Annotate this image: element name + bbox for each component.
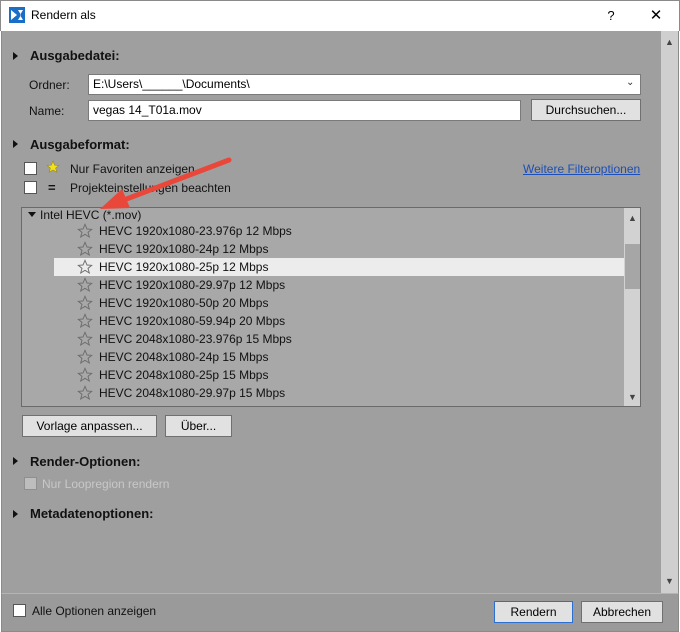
list-item[interactable]: HEVC 2048x1080-25p 15 Mbps <box>54 366 624 384</box>
window-title: Rendern als <box>31 8 96 22</box>
list-item[interactable]: HEVC 1920x1080-59.94p 20 Mbps <box>54 312 624 330</box>
template-label: HEVC 2048x1080-29.97p 15 Mbps <box>99 386 286 400</box>
expand-caret-icon[interactable] <box>13 510 18 518</box>
list-item[interactable]: HEVC 1920x1080-50p 20 Mbps <box>54 294 624 312</box>
list-item[interactable]: HEVC 2048x1080-23.976p 15 Mbps <box>54 330 624 348</box>
star-outline-icon[interactable] <box>77 349 93 365</box>
list-item[interactable]: HEVC 1920x1080-24p 12 Mbps <box>54 240 624 258</box>
star-outline-icon[interactable] <box>77 367 93 383</box>
star-outline-icon[interactable] <box>77 331 93 347</box>
loop-region-checkbox[interactable] <box>24 477 37 490</box>
browse-button[interactable]: Durchsuchen... <box>531 99 641 121</box>
help-button[interactable]: ? <box>598 3 624 29</box>
expand-caret-icon[interactable] <box>13 140 18 148</box>
template-list[interactable]: Intel HEVC (*.mov) HEVC 1920x1080-23.976… <box>21 207 641 407</box>
name-value: vegas 14_T01a.mov <box>93 103 202 117</box>
star-icon <box>46 160 60 174</box>
render-options-section-title[interactable]: Render-Optionen: <box>30 454 141 469</box>
list-item[interactable]: HEVC 1920x1080-29.97p 12 Mbps <box>54 276 624 294</box>
output-file-section-title[interactable]: Ausgabedatei: <box>30 48 120 63</box>
equals-icon: = <box>48 180 56 195</box>
template-label: HEVC 1920x1080-29.97p 12 Mbps <box>99 278 286 292</box>
list-item[interactable]: HEVC 2048x1080-29.97p 15 Mbps <box>54 384 624 402</box>
star-outline-icon[interactable] <box>77 295 93 311</box>
star-outline-icon[interactable] <box>77 259 93 275</box>
scroll-thumb[interactable] <box>625 244 640 289</box>
template-label: HEVC 1920x1080-59.94p 20 Mbps <box>99 314 286 328</box>
render-button[interactable]: Rendern <box>494 601 573 623</box>
list-scrollbar[interactable]: ▲ ▼ <box>624 208 640 406</box>
app-icon <box>9 7 25 23</box>
cancel-button[interactable]: Abbrechen <box>581 601 663 623</box>
template-label: HEVC 1920x1080-23.976p 12 Mbps <box>99 224 292 238</box>
list-item-selected[interactable]: HEVC 1920x1080-25p 12 Mbps <box>54 258 624 276</box>
show-all-options-checkbox[interactable] <box>13 604 26 617</box>
folder-label: Ordner: <box>29 78 70 92</box>
list-item[interactable]: HEVC 1920x1080-23.976p 12 Mbps <box>54 222 624 240</box>
star-outline-icon[interactable] <box>77 223 93 239</box>
favorites-label: Nur Favoriten anzeigen <box>70 162 195 176</box>
folder-field[interactable]: E:\Users\______\Documents\ <box>88 74 641 95</box>
metadata-options-section-title[interactable]: Metadatenoptionen: <box>30 506 154 521</box>
project-settings-label: Projekteinstellungen beachten <box>70 181 231 195</box>
template-label: HEVC 2048x1080-23.976p 15 Mbps <box>99 332 292 346</box>
scroll-up-icon[interactable]: ▲ <box>624 210 640 227</box>
folder-value: E:\Users\______\Documents\ <box>93 77 250 91</box>
scroll-down-icon[interactable]: ▼ <box>624 389 640 406</box>
star-outline-icon[interactable] <box>77 241 93 257</box>
title-bar <box>0 0 680 31</box>
favorites-checkbox[interactable] <box>24 162 37 175</box>
template-label: HEVC 1920x1080-50p 20 Mbps <box>99 296 269 310</box>
template-label: HEVC 2048x1080-25p 15 Mbps <box>99 368 269 382</box>
project-settings-checkbox[interactable] <box>24 181 37 194</box>
star-outline-icon[interactable] <box>77 385 93 401</box>
chevron-down-icon[interactable]: ⌄ <box>626 77 634 88</box>
template-label: HEVC 2048x1080-24p 15 Mbps <box>99 350 269 364</box>
close-button[interactable]: ✕ <box>643 3 669 29</box>
show-all-options-label: Alle Optionen anzeigen <box>32 604 157 618</box>
collapse-caret-icon[interactable] <box>28 212 36 217</box>
more-filters-link[interactable]: Weitere Filteroptionen <box>523 162 640 176</box>
template-label: HEVC 1920x1080-24p 12 Mbps <box>99 242 269 256</box>
name-field[interactable]: vegas 14_T01a.mov <box>88 100 521 121</box>
list-item[interactable]: HEVC 2048x1080-24p 15 Mbps <box>54 348 624 366</box>
customize-template-button[interactable]: Vorlage anpassen... <box>22 415 157 437</box>
expand-caret-icon[interactable] <box>13 52 18 60</box>
name-label: Name: <box>29 104 65 118</box>
star-outline-icon[interactable] <box>77 313 93 329</box>
scroll-up-icon[interactable]: ▲ <box>661 34 678 51</box>
scroll-down-icon[interactable]: ▼ <box>661 573 678 590</box>
loop-region-label: Nur Loopregion rendern <box>42 477 170 491</box>
main-scrollbar[interactable]: ▲ ▼ <box>661 31 678 593</box>
star-outline-icon[interactable] <box>77 277 93 293</box>
output-format-section-title[interactable]: Ausgabeformat: <box>30 137 130 152</box>
about-button[interactable]: Über... <box>165 415 232 437</box>
expand-caret-icon[interactable] <box>13 457 18 465</box>
template-label: HEVC 1920x1080-25p 12 Mbps <box>99 260 269 274</box>
